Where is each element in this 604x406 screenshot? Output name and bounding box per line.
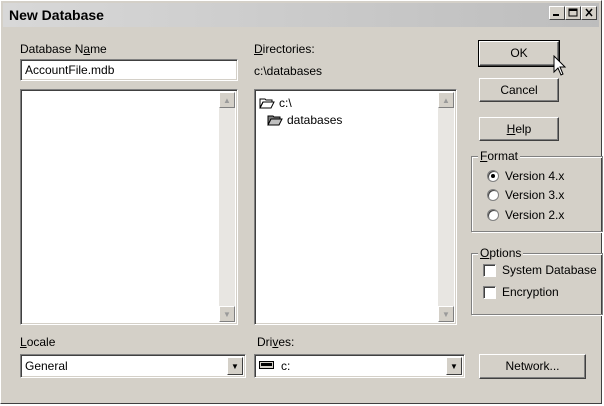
tree-item-root[interactable]: c:\ [259, 95, 292, 111]
minimize-icon [553, 14, 559, 16]
radio-button[interactable] [487, 170, 499, 182]
checkbox-encryption[interactable]: Encryption [483, 285, 559, 299]
locale-value: General [25, 359, 68, 373]
radio-version-2[interactable]: Version 2.x [487, 208, 564, 222]
drives-label: Drives: [257, 335, 295, 349]
radio-version-3-label: Version 3.x [505, 188, 565, 202]
checkbox[interactable] [483, 263, 496, 277]
database-name-input[interactable]: AccountFile.mdb [20, 59, 238, 81]
ok-button[interactable]: OK [478, 40, 560, 67]
ok-button-label: OK [510, 46, 528, 60]
options-group-title: Options [478, 246, 524, 260]
scroll-down-arrow-icon[interactable]: ▼ [219, 306, 235, 322]
database-file-list[interactable]: ▲ ▼ [20, 89, 238, 325]
window-title: New Database [9, 7, 104, 23]
radio-version-4[interactable]: Version 4.x [487, 169, 564, 183]
close-button[interactable] [581, 6, 597, 20]
locale-label: Locale [20, 335, 56, 349]
tree-item-databases-label: databases [287, 113, 343, 127]
open-folder-icon [267, 114, 283, 126]
checkbox[interactable] [483, 285, 496, 299]
directory-tree[interactable]: c:\ databases ▲ ▼ [254, 89, 457, 325]
radio-version-4-label: Version 4.x [505, 169, 565, 183]
directory-tree-scrollbar[interactable]: ▲ ▼ [438, 92, 454, 322]
window-controls [549, 6, 597, 20]
scroll-down-arrow-icon[interactable]: ▼ [438, 306, 454, 322]
tree-item-databases[interactable]: databases [267, 112, 342, 128]
database-name-value: AccountFile.mdb [25, 63, 115, 77]
radio-button[interactable] [487, 189, 499, 201]
new-database-dialog: New Database Database Name AccountFile.m… [0, 0, 603, 404]
chevron-down-icon[interactable]: ▼ [446, 357, 462, 375]
current-directory-path: c:\databases [254, 64, 323, 78]
cancel-button[interactable]: Cancel [479, 78, 559, 102]
chevron-down-icon[interactable]: ▼ [227, 357, 243, 375]
drive-icon [259, 358, 275, 374]
help-rest: elp [515, 122, 532, 136]
locale-select[interactable]: General ▼ [20, 354, 246, 378]
radio-button[interactable] [487, 209, 499, 221]
network-button[interactable]: Network... [479, 354, 586, 379]
open-folder-icon [259, 97, 275, 109]
close-icon [585, 8, 593, 17]
maximize-icon [568, 8, 578, 17]
mouse-pointer-icon [553, 55, 567, 76]
scroll-up-arrow-icon[interactable]: ▲ [438, 92, 454, 108]
checkbox-encryption-label: Encryption [502, 285, 559, 299]
checkbox-system-database-label: System Database [502, 263, 597, 277]
help-button[interactable]: Help [479, 117, 559, 141]
drives-select[interactable]: c: ▼ [254, 354, 465, 378]
file-list-scrollbar[interactable]: ▲ ▼ [219, 92, 235, 322]
drive-value: c: [281, 359, 291, 373]
maximize-button[interactable] [565, 6, 581, 20]
format-group-title: Format [478, 149, 521, 163]
database-name-label: Database Name [20, 42, 107, 56]
title-bar[interactable]: New Database [3, 3, 599, 27]
cancel-button-label: Cancel [500, 83, 538, 97]
radio-version-3[interactable]: Version 3.x [487, 188, 564, 202]
checkbox-system-database[interactable]: System Database [483, 263, 597, 277]
minimize-button[interactable] [549, 6, 565, 20]
directories-label: Directories: [254, 42, 315, 56]
network-button-label: Network... [505, 359, 560, 373]
scroll-up-arrow-icon[interactable]: ▲ [219, 92, 235, 108]
tree-item-root-label: c:\ [279, 96, 292, 110]
radio-version-2-label: Version 2.x [505, 208, 565, 222]
